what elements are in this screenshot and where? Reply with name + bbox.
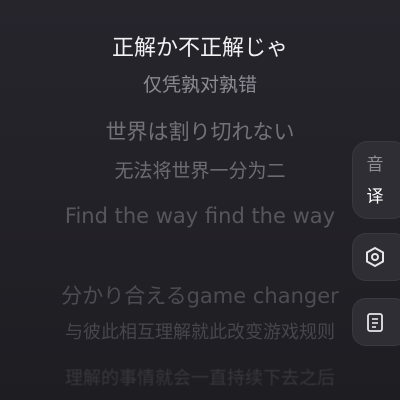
lyric-line[interactable]: 世界は割り切れない xyxy=(0,116,400,146)
lyric-translation: 无法将世界一分为二 xyxy=(114,160,286,182)
lyric-line-current[interactable]: 正解か不正解じゃ xyxy=(0,30,400,62)
lyric-translation: 与彼此相互理解就此改变游戏规则 xyxy=(65,322,335,343)
lyric-line-faded[interactable]: 理解的事情就会一直持续下去之后 xyxy=(0,364,400,390)
lyric-translation-current: 仅凭孰对孰错 xyxy=(142,74,257,96)
settings-button[interactable] xyxy=(352,233,400,281)
translation-mode-button[interactable]: 译 xyxy=(353,182,397,207)
lyric-mode-toggle[interactable]: 音 译 xyxy=(352,141,400,219)
lyrics-card-button[interactable] xyxy=(352,298,400,346)
lyric-line[interactable]: 分かり合えるgame changer xyxy=(0,280,400,310)
lyrics-panel: 正解か不正解じゃ 仅凭孰对孰错 世界は割り切れない 无法将世界一分为二 Find… xyxy=(0,0,400,400)
original-mode-button[interactable]: 音 xyxy=(353,150,397,175)
lyric-line[interactable]: Find the way find the way xyxy=(0,204,400,228)
